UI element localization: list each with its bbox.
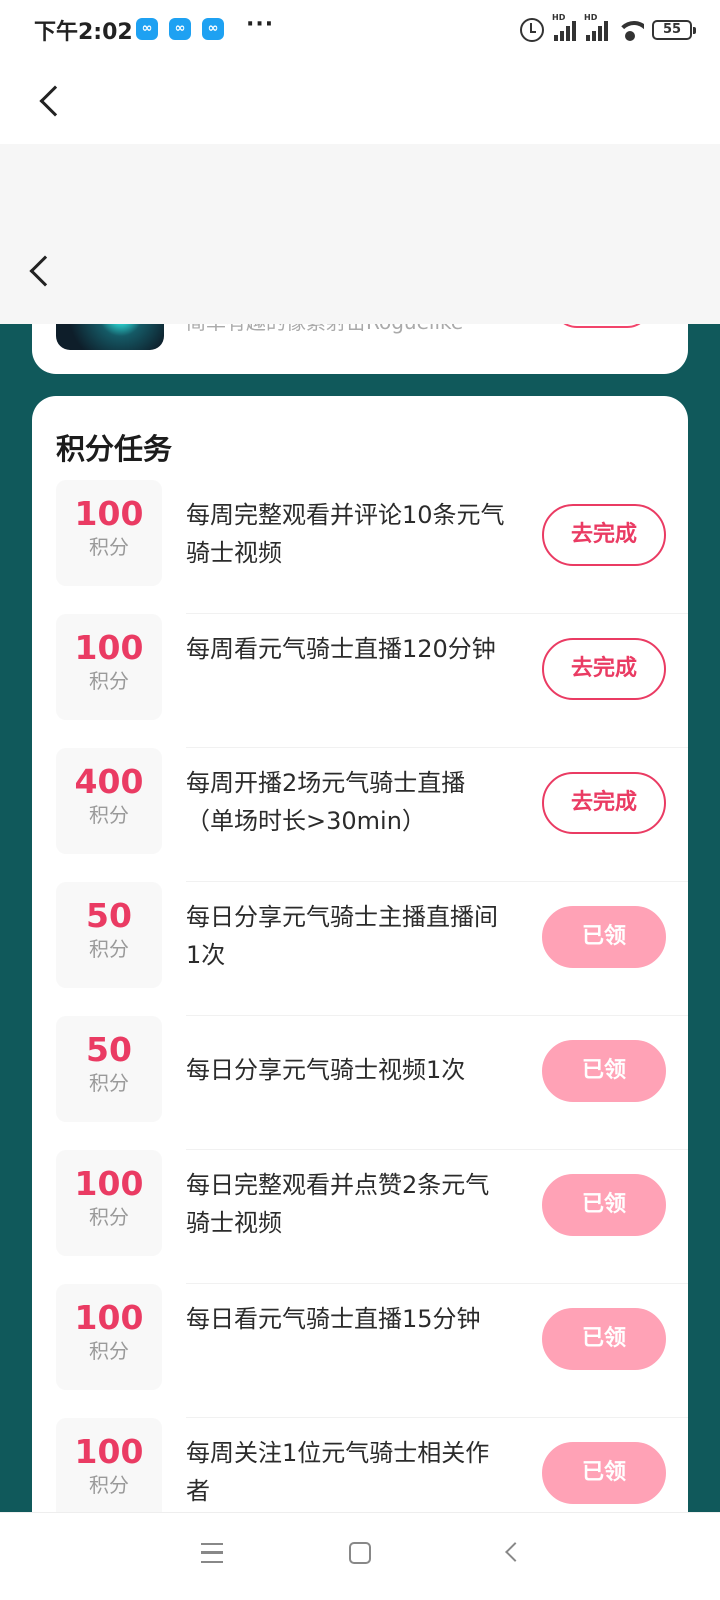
- task-row: 100 积分 每日完整观看并点赞2条元气骑士视频 已领: [56, 1150, 688, 1284]
- hd-label: HD: [584, 13, 598, 22]
- points-box: 50 积分: [56, 1016, 162, 1122]
- claimed-button[interactable]: 已领: [542, 1174, 666, 1236]
- points-value: 400: [74, 762, 144, 801]
- go-complete-button[interactable]: 去完成: [542, 504, 666, 566]
- task-description: 每周关注1位元气骑士相关作者: [186, 1439, 490, 1505]
- points-value: 100: [74, 1164, 144, 1203]
- system-nav-bar: [0, 1512, 720, 1600]
- task-row: 400 积分 每周开播2场元气骑士直播（单场时长>30min） 去完成: [56, 748, 688, 882]
- points-box: 400 积分: [56, 748, 162, 854]
- points-value: 50: [86, 896, 132, 935]
- claimed-button[interactable]: 已领: [542, 1442, 666, 1504]
- app-notification-icon: ∞: [136, 18, 158, 40]
- task-row: 100 积分 每日看元气骑士直播15分钟 已领: [56, 1284, 688, 1418]
- more-notifications-icon: ···: [246, 12, 275, 37]
- header-back-button[interactable]: [29, 255, 61, 287]
- alarm-icon: [520, 18, 544, 42]
- battery-icon: 55: [652, 20, 696, 40]
- app-notification-icon: ∞: [202, 18, 224, 40]
- points-unit: 积分: [89, 1339, 129, 1363]
- points-task-card: 积分任务 100 积分 每周完整观看并评论10条元气骑士视频 去完成 100 积…: [32, 396, 688, 1516]
- task-row: 100 积分 每周完整观看并评论10条元气骑士视频 去完成: [56, 480, 688, 614]
- signal-icon: HD: [584, 13, 608, 41]
- menu-icon[interactable]: [201, 1543, 223, 1563]
- points-value: 50: [86, 1030, 132, 1069]
- points-value: 100: [74, 628, 144, 667]
- signal-icon: HD: [552, 13, 576, 41]
- points-unit: 积分: [89, 1071, 129, 1095]
- go-complete-button[interactable]: 去完成: [542, 638, 666, 700]
- status-time: 下午2:02: [34, 20, 133, 45]
- points-box: 100 积分: [56, 1284, 162, 1390]
- status-right: HD HD 55: [520, 13, 696, 45]
- points-value: 100: [74, 1298, 144, 1337]
- points-unit: 积分: [89, 669, 129, 693]
- points-value: 100: [74, 1432, 144, 1471]
- back-icon[interactable]: [505, 1542, 525, 1562]
- task-description: 每周开播2场元气骑士直播（单场时长>30min）: [186, 769, 466, 835]
- top-nav: [0, 60, 720, 144]
- points-unit: 积分: [89, 1205, 129, 1229]
- wifi-icon: [616, 19, 644, 41]
- task-description: 每周看元气骑士直播120分钟: [186, 635, 496, 663]
- task-row: 100 积分 每周看元气骑士直播120分钟 去完成: [56, 614, 688, 748]
- task-description: 每日完整观看并点赞2条元气骑士视频: [186, 1171, 490, 1237]
- points-unit: 积分: [89, 1473, 129, 1497]
- claimed-button[interactable]: 已领: [542, 1040, 666, 1102]
- points-box: 100 积分: [56, 480, 162, 586]
- points-unit: 积分: [89, 535, 129, 559]
- points-box: 100 积分: [56, 1150, 162, 1256]
- task-description: 每日分享元气骑士主播直播间1次: [186, 903, 498, 969]
- app-notification-icon: ∞: [169, 18, 191, 40]
- task-description: 每日分享元气骑士视频1次: [186, 1056, 466, 1084]
- claimed-button[interactable]: 已领: [542, 906, 666, 968]
- go-complete-button[interactable]: 去完成: [542, 772, 666, 834]
- task-description: 每日看元气骑士直播15分钟: [186, 1305, 481, 1333]
- home-icon[interactable]: [349, 1542, 371, 1564]
- page-header: [0, 144, 720, 324]
- task-row: 50 积分 每日分享元气骑士主播直播间1次 已领: [56, 882, 688, 1016]
- points-box: 100 积分: [56, 614, 162, 720]
- back-button[interactable]: [39, 85, 71, 117]
- hd-label: HD: [552, 13, 566, 22]
- points-box: 100 积分: [56, 1418, 162, 1516]
- points-unit: 积分: [89, 937, 129, 961]
- points-unit: 积分: [89, 803, 129, 827]
- claimed-button[interactable]: 已领: [542, 1308, 666, 1370]
- status-bar: 下午2:02 ∞ ∞ ∞ ··· HD HD 55: [0, 0, 720, 60]
- task-description: 每周完整观看并评论10条元气骑士视频: [186, 501, 505, 567]
- points-box: 50 积分: [56, 882, 162, 988]
- section-title: 积分任务: [56, 432, 173, 466]
- points-value: 100: [74, 494, 144, 533]
- task-row: 50 积分 每日分享元气骑士视频1次 已领: [56, 1016, 688, 1150]
- task-row: 100 积分 每周关注1位元气骑士相关作者 已领: [56, 1418, 688, 1516]
